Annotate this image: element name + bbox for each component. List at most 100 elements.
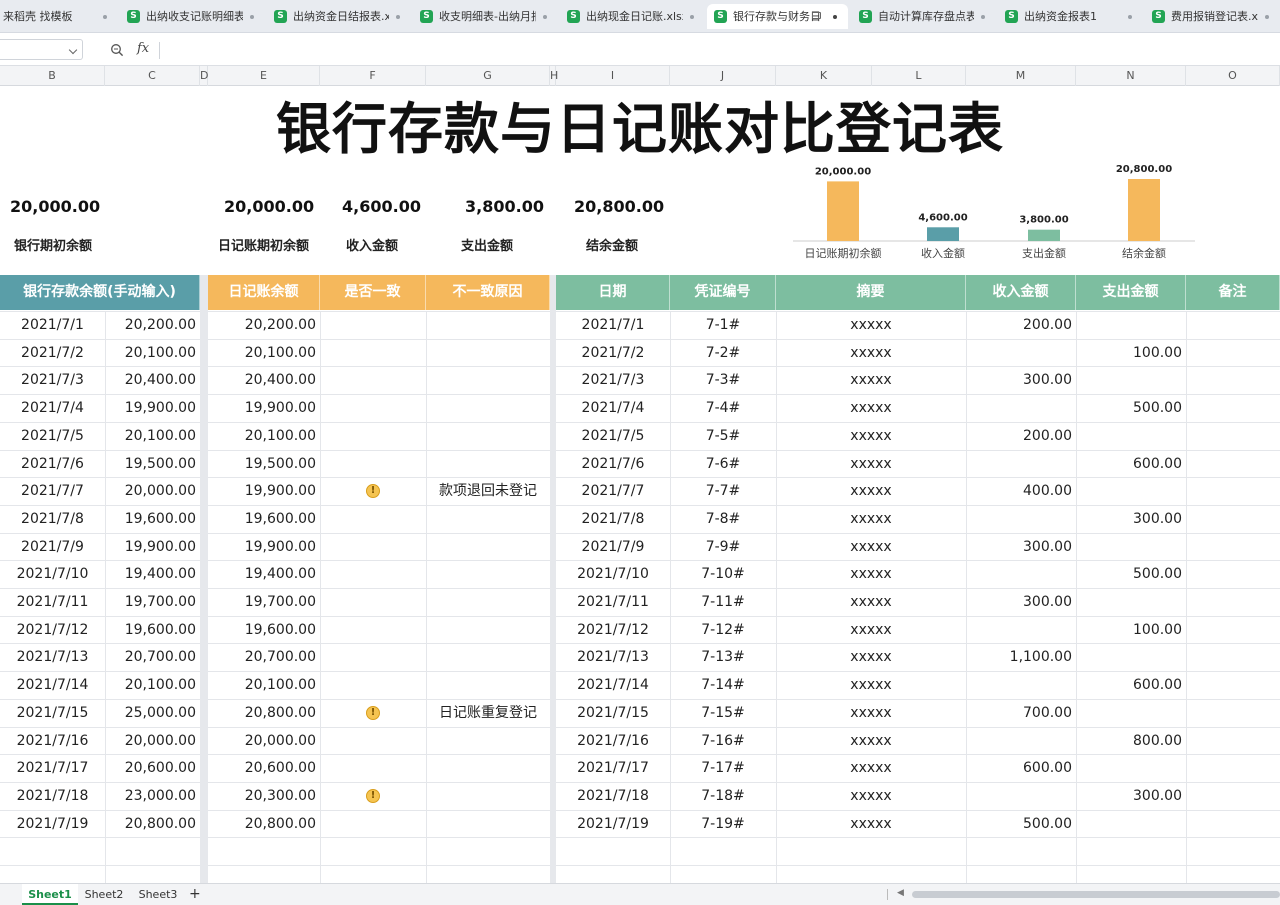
column-header[interactable]: K xyxy=(776,66,872,86)
expense-cell[interactable] xyxy=(1076,811,1186,838)
expense-cell[interactable]: 100.00 xyxy=(1076,617,1186,644)
income-cell[interactable]: 300.00 xyxy=(966,589,1076,616)
bank-balance-cell[interactable]: 19,500.00 xyxy=(105,451,200,478)
voucher-number-cell[interactable]: 7-9# xyxy=(670,534,776,561)
entry-date-cell[interactable]: 2021/7/2 xyxy=(556,340,670,367)
voucher-number-cell[interactable]: 7-4# xyxy=(670,395,776,422)
close-tab-icon[interactable] xyxy=(981,15,985,19)
income-cell[interactable] xyxy=(966,506,1076,533)
voucher-number-cell[interactable]: 7-6# xyxy=(670,451,776,478)
voucher-number-cell[interactable]: 7-17# xyxy=(670,755,776,782)
bank-date-cell[interactable]: 2021/7/10 xyxy=(0,561,105,588)
summary-cell[interactable]: xxxxx xyxy=(776,506,966,533)
income-cell[interactable] xyxy=(966,340,1076,367)
income-cell[interactable] xyxy=(966,451,1076,478)
income-cell[interactable]: 200.00 xyxy=(966,423,1076,450)
summary-cell[interactable]: xxxxx xyxy=(776,340,966,367)
entry-date-cell[interactable]: 2021/7/13 xyxy=(556,644,670,671)
bank-balance-cell[interactable]: 20,100.00 xyxy=(105,340,200,367)
document-tab[interactable]: S 出纳收支记账明细表 xyxy=(120,4,265,29)
summary-cell[interactable]: xxxxx xyxy=(776,672,966,699)
voucher-number-cell[interactable]: 7-14# xyxy=(670,672,776,699)
close-tab-icon[interactable] xyxy=(690,15,694,19)
close-tab-icon[interactable] xyxy=(833,15,837,19)
document-tab[interactable]: S 出纳资金日结报表.xl xyxy=(267,4,411,29)
journal-balance-cell[interactable]: 20,400.00 xyxy=(208,367,320,394)
summary-cell[interactable]: xxxxx xyxy=(776,478,966,505)
income-cell[interactable] xyxy=(966,783,1076,810)
journal-balance-cell[interactable]: 20,600.00 xyxy=(208,755,320,782)
mismatch-reason-cell[interactable] xyxy=(426,561,550,588)
bank-balance-cell[interactable]: 19,700.00 xyxy=(105,589,200,616)
column-header[interactable]: F xyxy=(320,66,426,86)
income-cell[interactable]: 500.00 xyxy=(966,811,1076,838)
income-cell[interactable]: 600.00 xyxy=(966,755,1076,782)
entry-date-cell[interactable]: 2021/7/4 xyxy=(556,395,670,422)
summary-cell[interactable]: xxxxx xyxy=(776,617,966,644)
voucher-number-cell[interactable]: 7-11# xyxy=(670,589,776,616)
expense-cell[interactable]: 500.00 xyxy=(1076,561,1186,588)
journal-balance-cell[interactable]: 20,000.00 xyxy=(208,728,320,755)
voucher-number-cell[interactable]: 7-19# xyxy=(670,811,776,838)
column-header[interactable]: M xyxy=(966,66,1076,86)
expense-cell[interactable]: 800.00 xyxy=(1076,728,1186,755)
bank-balance-cell[interactable]: 20,600.00 xyxy=(105,755,200,782)
summary-cell[interactable]: xxxxx xyxy=(776,367,966,394)
mismatch-reason-cell[interactable] xyxy=(426,367,550,394)
document-tab[interactable]: S 银行存款与财务日 xyxy=(707,4,848,29)
journal-balance-cell[interactable]: 19,400.00 xyxy=(208,561,320,588)
income-cell[interactable]: 700.00 xyxy=(966,700,1076,727)
journal-balance-cell[interactable]: 20,100.00 xyxy=(208,340,320,367)
expense-cell[interactable] xyxy=(1076,423,1186,450)
zoom-icon[interactable] xyxy=(110,43,124,57)
voucher-number-cell[interactable]: 7-3# xyxy=(670,367,776,394)
document-tab[interactable]: S 费用报销登记表.xlsx xyxy=(1145,4,1280,29)
journal-balance-cell[interactable]: 19,900.00 xyxy=(208,395,320,422)
entry-date-cell[interactable]: 2021/7/16 xyxy=(556,728,670,755)
summary-cell[interactable]: xxxxx xyxy=(776,700,966,727)
mismatch-reason-cell[interactable] xyxy=(426,755,550,782)
column-header-cell[interactable]: 凭证编号 xyxy=(670,275,776,310)
mismatch-reason-cell[interactable] xyxy=(426,506,550,533)
column-header[interactable]: J xyxy=(670,66,776,86)
bank-date-cell[interactable]: 2021/7/5 xyxy=(0,423,105,450)
column-header[interactable]: B xyxy=(0,66,105,86)
bank-date-cell[interactable]: 2021/7/17 xyxy=(0,755,105,782)
income-cell[interactable]: 300.00 xyxy=(966,367,1076,394)
bank-date-cell[interactable]: 2021/7/12 xyxy=(0,617,105,644)
scroll-left-icon[interactable]: ◀ xyxy=(897,888,904,898)
income-cell[interactable]: 200.00 xyxy=(966,312,1076,339)
close-tab-icon[interactable] xyxy=(396,15,400,19)
bank-balance-cell[interactable]: 25,000.00 xyxy=(105,700,200,727)
mismatch-reason-cell[interactable] xyxy=(426,451,550,478)
entry-date-cell[interactable]: 2021/7/12 xyxy=(556,617,670,644)
expense-cell[interactable] xyxy=(1076,644,1186,671)
entry-date-cell[interactable]: 2021/7/1 xyxy=(556,312,670,339)
entry-date-cell[interactable]: 2021/7/18 xyxy=(556,783,670,810)
voucher-number-cell[interactable]: 7-1# xyxy=(670,312,776,339)
mismatch-reason-cell[interactable] xyxy=(426,423,550,450)
entry-date-cell[interactable]: 2021/7/14 xyxy=(556,672,670,699)
journal-balance-cell[interactable]: 20,200.00 xyxy=(208,312,320,339)
bank-balance-cell[interactable]: 19,600.00 xyxy=(105,506,200,533)
bank-balance-cell[interactable]: 19,400.00 xyxy=(105,561,200,588)
voucher-number-cell[interactable]: 7-15# xyxy=(670,700,776,727)
close-tab-icon[interactable] xyxy=(543,15,547,19)
document-tab[interactable]: S 收支明细表-出纳月报 xyxy=(413,4,558,29)
column-header[interactable]: L xyxy=(872,66,966,86)
bank-date-cell[interactable]: 2021/7/4 xyxy=(0,395,105,422)
voucher-number-cell[interactable]: 7-18# xyxy=(670,783,776,810)
income-cell[interactable] xyxy=(966,561,1076,588)
expense-cell[interactable] xyxy=(1076,478,1186,505)
summary-cell[interactable]: xxxxx xyxy=(776,755,966,782)
mismatch-reason-cell[interactable] xyxy=(426,534,550,561)
entry-date-cell[interactable]: 2021/7/17 xyxy=(556,755,670,782)
bank-balance-cell[interactable]: 23,000.00 xyxy=(105,783,200,810)
bank-balance-cell[interactable]: 20,100.00 xyxy=(105,672,200,699)
bank-balance-cell[interactable]: 20,100.00 xyxy=(105,423,200,450)
voucher-number-cell[interactable]: 7-16# xyxy=(670,728,776,755)
bank-balance-cell[interactable]: 20,200.00 xyxy=(105,312,200,339)
close-tab-icon[interactable] xyxy=(1128,15,1132,19)
mismatch-reason-cell[interactable]: 日记账重复登记 xyxy=(426,700,550,727)
journal-balance-cell[interactable]: 19,500.00 xyxy=(208,451,320,478)
